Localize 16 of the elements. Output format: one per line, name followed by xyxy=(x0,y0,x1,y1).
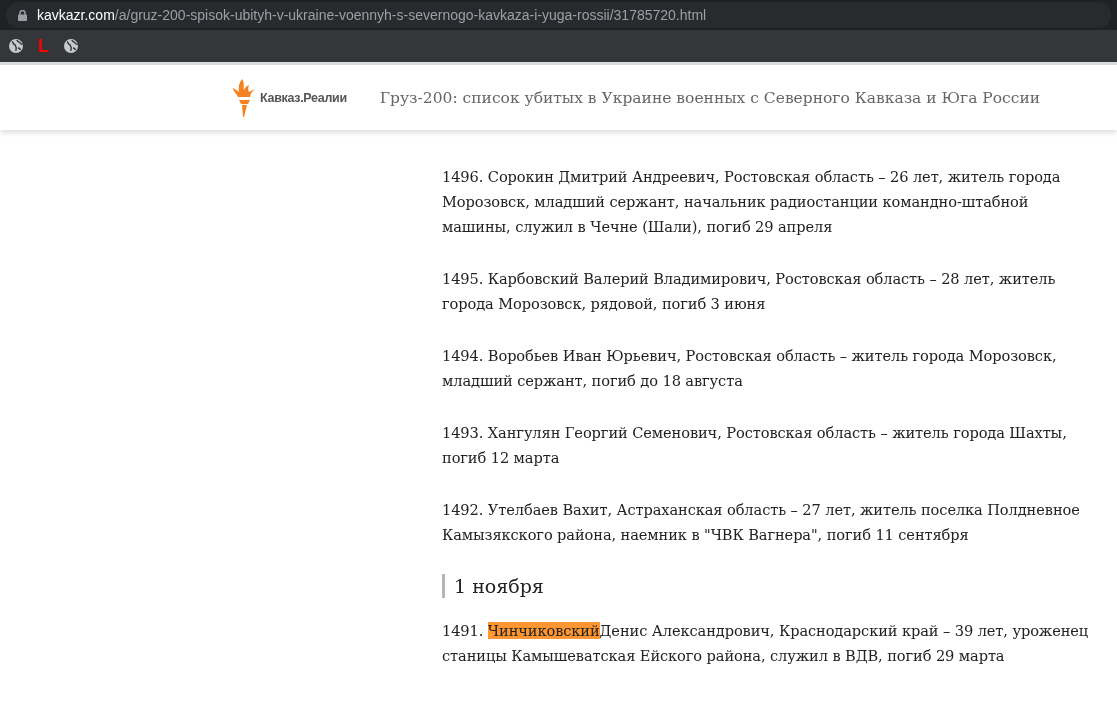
date-heading: 1 ноября xyxy=(442,574,1090,598)
list-entry: 1493. Хангулян Георгий Семенович, Ростовская область – житель города Шахты, погиб 12 марта xyxy=(442,423,1068,468)
list-entry: 1496. Сорокин Дмитрий Андреевич, Ростовская область – 26 лет, житель города Морозовск, младший сержант, начальник радиостанции командно-штабной машины, служил в Чечне (Шали), погиб 29 апреля xyxy=(442,167,1062,237)
logo-text: Кавказ.Реалии xyxy=(260,90,347,105)
address-bar[interactable]: kavkazr.com/a/gruz-200-spisok-ubityh-v-ukraine-voennyh-s-severnogo-kavkaza-i-yuga-rossii/31785720.html xyxy=(6,2,1111,28)
url-text: kavkazr.com/a/gruz-200-spisok-ubityh-v-ukraine-voennyh-s-severnogo-kavkaza-i-yuga-rossii/31785720.html xyxy=(37,7,707,23)
list-entry: 1495. Карбовский Валерий Владимирович, Ростовская область – 28 лет, житель города Морозовск, рядовой, погиб 3 июня xyxy=(442,269,1057,314)
lock-icon xyxy=(18,9,27,21)
torch-icon xyxy=(233,77,257,118)
list-entry: 1492. Утелбаев Вахит, Астраханская область – 27 лет, житель поселка Полдневное Камызякского района, наемник в "ЧВК Вагнера", погиб 11 сентября xyxy=(442,500,1081,545)
site-logo[interactable]: Кавказ.Реалии xyxy=(233,77,347,118)
globe-icon[interactable] xyxy=(63,38,79,54)
list-entry: 1494. Воробьев Иван Юрьевич, Ростовская область – житель города Морозовск, младший сержант, погиб до 18 августа xyxy=(442,346,1058,391)
article-title: Груз-200: список убитых в Украине военных с Северного Кавказа и Юга России xyxy=(379,88,1041,107)
globe-icon[interactable] xyxy=(8,38,24,54)
list-entry: 1491. ЧинчиковскийДенис Александрович, Краснодарский край – 39 лет, уроженец станицы Камышеватская Ейского района, служил в ВДВ, погиб 29 марта xyxy=(442,621,1090,666)
